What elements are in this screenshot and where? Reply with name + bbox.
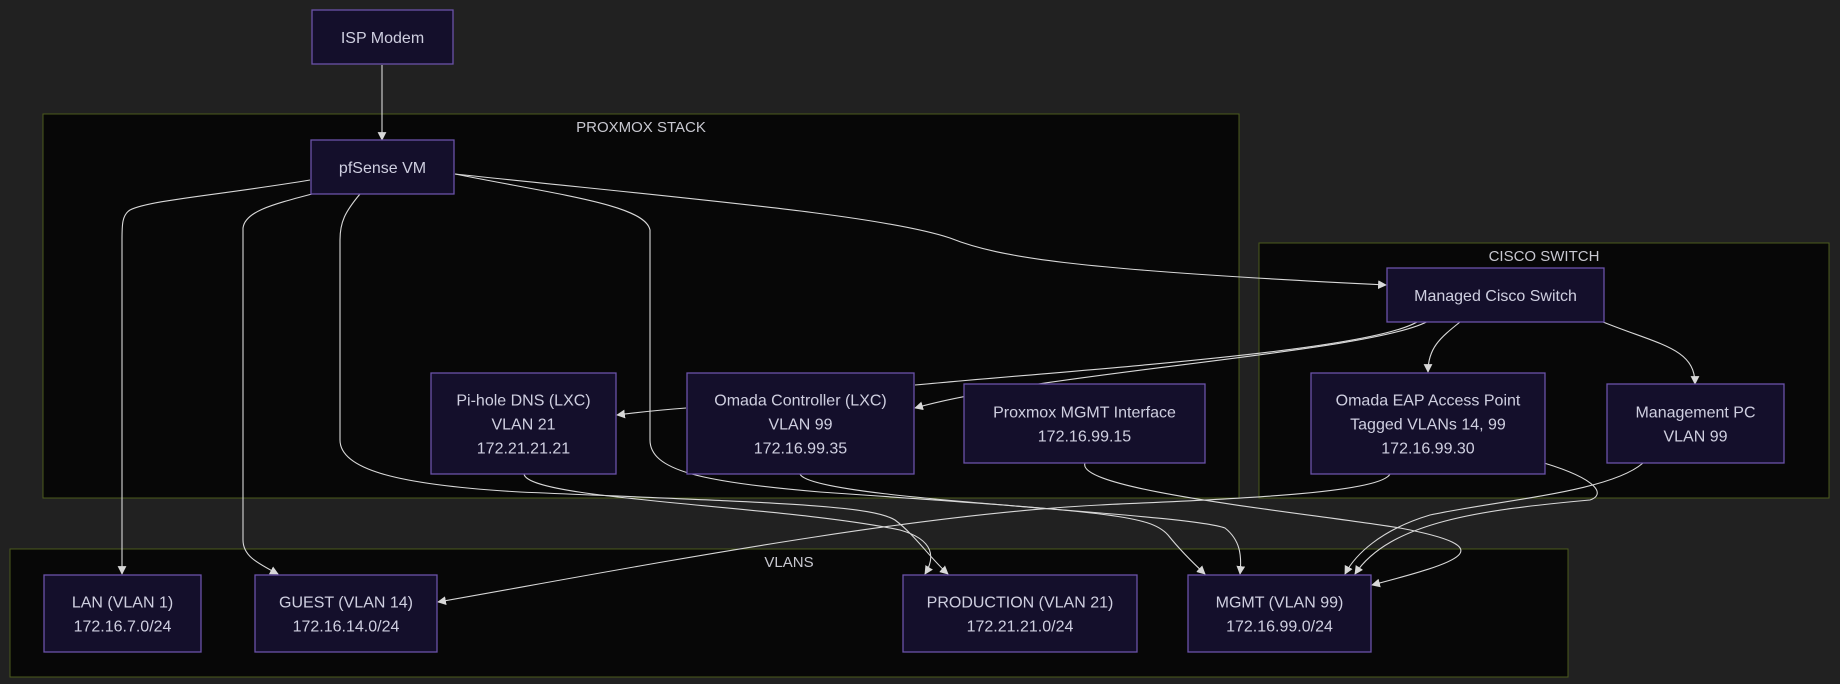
omada-eap-line-2: Tagged VLANs 14, 99 — [1350, 417, 1506, 434]
management-pc-node: Management PC VLAN 99 — [1606, 383, 1785, 464]
mgmt-vlan-box — [1187, 574, 1372, 653]
cisco-switch-line-1: Managed Cisco Switch — [1414, 288, 1577, 305]
mgmt-vlan99-node: MGMT (VLAN 99) 172.16.99.0/24 — [1187, 574, 1372, 653]
proxmox-mgmt-line-1: Proxmox MGMT Interface — [993, 405, 1176, 422]
production-line-1: PRODUCTION (VLAN 21) — [927, 595, 1114, 612]
guest-box — [254, 574, 438, 653]
production-line-2: 172.21.21.0/24 — [967, 619, 1074, 636]
omada-eap-line-1: Omada EAP Access Point — [1336, 393, 1521, 410]
lan-line-1: LAN (VLAN 1) — [72, 595, 173, 612]
omada-ctrl-line-2: VLAN 99 — [768, 417, 832, 434]
mgmt-vlan-line-2: 172.16.99.0/24 — [1226, 619, 1333, 636]
mgmt-vlan-line-1: MGMT (VLAN 99) — [1216, 595, 1344, 612]
lan-box — [43, 574, 202, 653]
pihole-line-2: VLAN 21 — [491, 417, 555, 434]
guest-line-1: GUEST (VLAN 14) — [279, 595, 413, 612]
managed-cisco-switch-node: Managed Cisco Switch — [1386, 267, 1605, 323]
pfsense-line-1: pfSense VM — [339, 160, 426, 177]
isp-modem-line-1: ISP Modem — [341, 30, 424, 47]
omada-eap-line-3: 172.16.99.30 — [1381, 441, 1475, 458]
cluster-cisco-label: CISCO SWITCH — [1489, 248, 1600, 265]
pihole-line-1: Pi-hole DNS (LXC) — [456, 393, 590, 410]
cluster-proxmox-label: PROXMOX STACK — [576, 119, 706, 136]
omada-ctrl-line-3: 172.16.99.35 — [754, 441, 848, 458]
production-box — [902, 574, 1138, 653]
cluster-vlans-label: VLANS — [764, 554, 813, 571]
omada-ctrl-line-1: Omada Controller (LXC) — [714, 393, 887, 410]
guest-vlan14-node: GUEST (VLAN 14) 172.16.14.0/24 — [254, 574, 438, 653]
network-diagram: PROXMOX STACK CISCO SWITCH VLANS ISP Mod… — [9, 9, 1830, 678]
proxmox-mgmt-interface-node: Proxmox MGMT Interface 172.16.99.15 — [963, 383, 1206, 464]
isp-modem-node: ISP Modem — [311, 9, 454, 65]
pihole-dns-node: Pi-hole DNS (LXC) VLAN 21 172.21.21.21 — [430, 372, 617, 475]
production-vlan21-node: PRODUCTION (VLAN 21) 172.21.21.0/24 — [902, 574, 1138, 653]
omada-eap-access-point-node: Omada EAP Access Point Tagged VLANs 14, 9… — [1310, 372, 1546, 475]
omada-controller-node: Omada Controller (LXC) VLAN 99 172.16.99.3… — [686, 372, 915, 475]
pihole-line-3: 172.21.21.21 — [477, 441, 571, 458]
lan-line-2: 172.16.7.0/24 — [74, 619, 172, 636]
mgmt-pc-line-1: Management PC — [1635, 405, 1755, 422]
lan-vlan1-node: LAN (VLAN 1) 172.16.7.0/24 — [43, 574, 202, 653]
guest-line-2: 172.16.14.0/24 — [293, 619, 400, 636]
proxmox-mgmt-line-2: 172.16.99.15 — [1038, 429, 1132, 446]
mgmt-pc-box — [1606, 383, 1785, 464]
pfsense-vm-node: pfSense VM — [310, 139, 455, 195]
mgmt-pc-line-2: VLAN 99 — [1663, 429, 1727, 446]
proxmox-mgmt-box — [963, 383, 1206, 464]
